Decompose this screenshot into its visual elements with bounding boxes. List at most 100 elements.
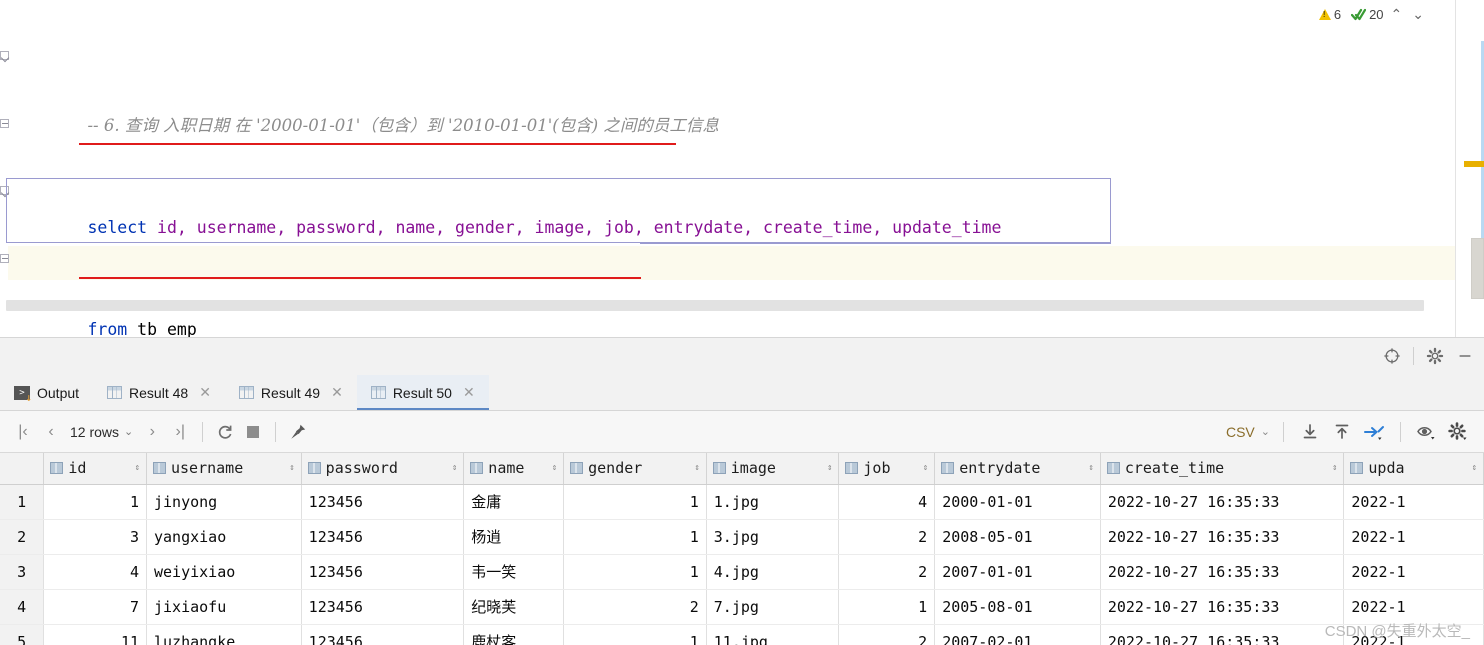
cell-gender[interactable]: 1: [563, 624, 707, 645]
cell-entrydate[interactable]: 2000-01-01: [934, 484, 1101, 520]
cell-password[interactable]: 123456: [301, 519, 465, 555]
column-header-id[interactable]: id ⇕: [43, 453, 147, 485]
export-format-dropdown[interactable]: CSV ⌄: [1226, 424, 1270, 440]
cell-update-time[interactable]: 2022-1: [1343, 589, 1484, 625]
close-icon[interactable]: ✕: [331, 384, 343, 401]
pin-button[interactable]: [285, 419, 311, 445]
sort-icon[interactable]: ⇕: [1088, 464, 1093, 473]
tab-output[interactable]: > Output: [0, 375, 93, 410]
cell-job[interactable]: 2: [838, 519, 936, 555]
refresh-button[interactable]: [212, 419, 238, 445]
cell-job[interactable]: 4: [838, 484, 936, 520]
stop-button[interactable]: [240, 419, 266, 445]
minimize-icon[interactable]: [1456, 347, 1474, 365]
cell-update-time[interactable]: 2022-1: [1343, 484, 1484, 520]
crosshair-icon[interactable]: [1383, 347, 1401, 365]
cell-id[interactable]: 7: [43, 589, 147, 625]
cell-username[interactable]: jinyong: [146, 484, 302, 520]
table-row[interactable]: 2 3 yangxiao 123456 杨逍 1 3.jpg 2 2008-05…: [0, 519, 1484, 555]
prev-problem-button[interactable]: ⌃: [1388, 6, 1406, 23]
row-number[interactable]: 5: [0, 624, 45, 645]
rows-count-dropdown[interactable]: 12 rows ⌄: [66, 424, 137, 440]
inspection-widget[interactable]: 6 20 ⌃ ⌄: [1318, 6, 1427, 23]
prev-page-button[interactable]: ‹: [38, 419, 64, 445]
column-header-entrydate[interactable]: entrydate ⇕: [934, 453, 1101, 485]
cell-gender[interactable]: 2: [563, 589, 707, 625]
column-header-password[interactable]: password ⇕: [301, 453, 465, 485]
editor-gutter[interactable]: [0, 0, 9, 337]
cell-password[interactable]: 123456: [301, 484, 465, 520]
upload-button[interactable]: [1329, 419, 1355, 445]
cell-username[interactable]: yangxiao: [146, 519, 302, 555]
cell-create-time[interactable]: 2022-10-27 16:35:33: [1100, 589, 1345, 625]
cell-image[interactable]: 1.jpg: [706, 484, 840, 520]
cell-update-time[interactable]: 2022-1: [1343, 519, 1484, 555]
cell-entrydate[interactable]: 2007-02-01: [934, 624, 1101, 645]
column-header-username[interactable]: username ⇕: [146, 453, 302, 485]
ok-badge[interactable]: 20: [1351, 7, 1384, 22]
cell-username[interactable]: weiyixiao: [146, 554, 302, 590]
editor-code[interactable]: -- 6. 查询 入职日期 在 '2000-01-01'（包含）到 '2010-…: [8, 7, 1001, 337]
cell-name[interactable]: 杨逍: [463, 519, 565, 555]
cell-gender[interactable]: 1: [563, 519, 707, 555]
cell-entrydate[interactable]: 2007-01-01: [934, 554, 1101, 590]
result-grid[interactable]: id ⇕ username ⇕ password ⇕ name ⇕ gender…: [0, 453, 1484, 645]
column-header-update-time[interactable]: upda ⇕: [1343, 453, 1484, 485]
download-button[interactable]: [1297, 419, 1323, 445]
scrollbar-marker[interactable]: [1464, 161, 1484, 167]
cell-update-time[interactable]: 2022-1: [1343, 624, 1484, 645]
gear-icon[interactable]: [1426, 347, 1444, 365]
apply-changes-button[interactable]: [1361, 419, 1387, 445]
cell-gender[interactable]: 1: [563, 484, 707, 520]
table-row[interactable]: 4 7 jixiaofu 123456 纪晓芙 2 7.jpg 1 2005-0…: [0, 589, 1484, 625]
cell-password[interactable]: 123456: [301, 589, 465, 625]
row-number[interactable]: 2: [0, 519, 45, 555]
sort-icon[interactable]: ⇕: [289, 464, 294, 473]
cell-password[interactable]: 123456: [301, 554, 465, 590]
warning-badge[interactable]: 6: [1318, 7, 1341, 22]
cell-id[interactable]: 4: [43, 554, 147, 590]
cell-create-time[interactable]: 2022-10-27 16:35:33: [1100, 624, 1345, 645]
grid-settings-button[interactable]: [1446, 419, 1472, 445]
close-icon[interactable]: ✕: [199, 384, 211, 401]
cell-job[interactable]: 2: [838, 624, 936, 645]
cell-entrydate[interactable]: 2005-08-01: [934, 589, 1101, 625]
cell-create-time[interactable]: 2022-10-27 16:35:33: [1100, 554, 1345, 590]
editor-right-scrollbar[interactable]: [1455, 0, 1484, 337]
table-row[interactable]: 1 1 jinyong 123456 金庸 1 1.jpg 4 2000-01-…: [0, 484, 1484, 520]
cell-id[interactable]: 3: [43, 519, 147, 555]
cell-create-time[interactable]: 2022-10-27 16:35:33: [1100, 519, 1345, 555]
column-header-name[interactable]: name ⇕: [463, 453, 565, 485]
sort-icon[interactable]: ⇕: [923, 464, 928, 473]
cell-id[interactable]: 1: [43, 484, 147, 520]
next-problem-button[interactable]: ⌄: [1409, 6, 1427, 23]
row-number[interactable]: 1: [0, 484, 45, 520]
cell-name[interactable]: 金庸: [463, 484, 565, 520]
column-header-create-time[interactable]: create_time ⇕: [1100, 453, 1345, 485]
sort-icon[interactable]: ⇕: [1332, 464, 1337, 473]
column-header-image[interactable]: image ⇕: [706, 453, 840, 485]
cell-image[interactable]: 4.jpg: [706, 554, 840, 590]
tab-result-48[interactable]: Result 48 ✕: [93, 375, 225, 410]
cell-gender[interactable]: 1: [563, 554, 707, 590]
cell-name[interactable]: 鹿杖客: [463, 624, 565, 645]
cell-image[interactable]: 3.jpg: [706, 519, 840, 555]
cell-create-time[interactable]: 2022-10-27 16:35:33: [1100, 484, 1345, 520]
sort-icon[interactable]: ⇕: [552, 464, 557, 473]
editor-horizontal-scrollbar[interactable]: [6, 300, 1424, 311]
table-row[interactable]: 3 4 weiyixiao 123456 韦一笑 1 4.jpg 2 2007-…: [0, 554, 1484, 590]
sort-icon[interactable]: ⇕: [135, 464, 140, 473]
last-page-button[interactable]: ›|: [167, 419, 193, 445]
row-number[interactable]: 3: [0, 554, 45, 590]
tab-result-49[interactable]: Result 49 ✕: [225, 375, 357, 410]
cell-password[interactable]: 123456: [301, 624, 465, 645]
result-toolbar[interactable]: |‹ ‹ 12 rows ⌄ › ›| CSV ⌄: [0, 411, 1484, 453]
row-number-header[interactable]: [0, 453, 45, 485]
next-page-button[interactable]: ›: [139, 419, 165, 445]
result-tab-bar[interactable]: > Output Result 48 ✕ Result 49 ✕ Result …: [0, 375, 1484, 411]
table-row[interactable]: 5 11 luzhangke 123456 鹿杖客 1 11.jpg 2 200…: [0, 624, 1484, 645]
sql-editor[interactable]: -- 6. 查询 入职日期 在 '2000-01-01'（包含）到 '2010-…: [0, 0, 1455, 337]
cell-id[interactable]: 11: [43, 624, 147, 645]
sort-icon[interactable]: ⇕: [827, 464, 832, 473]
sort-icon[interactable]: ⇕: [694, 464, 699, 473]
